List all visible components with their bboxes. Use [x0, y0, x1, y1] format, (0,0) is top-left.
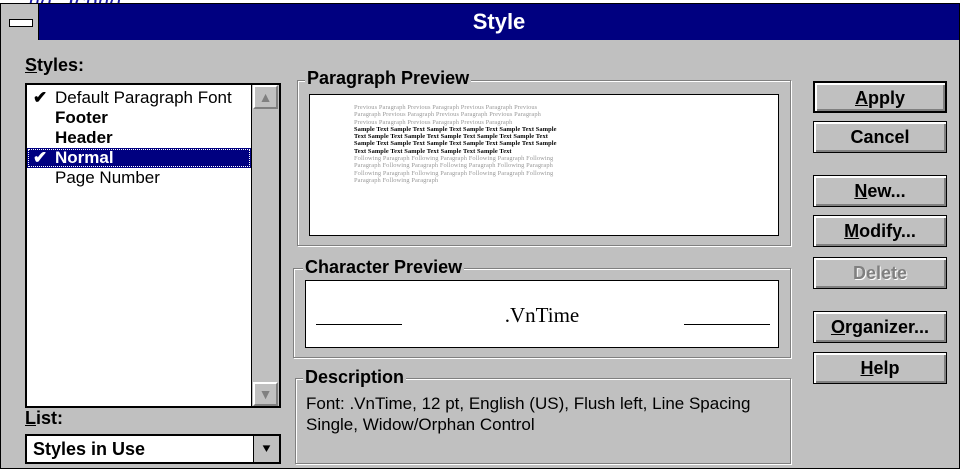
- previous-paragraph-line: Previous Paragraph Previous Paragraph Pr…: [354, 118, 513, 126]
- description-title: Description: [303, 367, 407, 388]
- title-bar: Style: [1, 4, 959, 40]
- help-button[interactable]: Help: [813, 352, 947, 384]
- checkmark-icon: ✔: [33, 148, 48, 167]
- list-filter-dropdown[interactable]: Styles in Use ⯆: [25, 434, 281, 464]
- paragraph-preview-text: Previous Paragraph Previous Paragraph Pr…: [354, 104, 714, 184]
- modify-button[interactable]: Modify...: [813, 215, 947, 247]
- character-preview-title: Character Preview: [303, 257, 465, 278]
- following-paragraph-line: Following Paragraph Following Paragraph …: [354, 169, 554, 177]
- scroll-up-icon[interactable]: ▲: [253, 85, 278, 109]
- previous-paragraph-line: Paragraph Previous Paragraph Previous Pa…: [354, 111, 541, 119]
- sample-text-line: Sample Text Sample Text Sample Text Samp…: [354, 140, 557, 148]
- list-item[interactable]: Footer: [27, 108, 251, 128]
- paragraph-preview-title: Paragraph Preview: [305, 68, 472, 89]
- list-item[interactable]: Page Number: [27, 168, 251, 188]
- list-item-label: Default Paragraph Font: [55, 88, 232, 107]
- styles-label: Styles:: [25, 55, 85, 75]
- list-item-label: Normal: [55, 148, 114, 167]
- list-label: List:: [25, 408, 63, 428]
- chevron-down-icon[interactable]: ⯆: [253, 436, 279, 462]
- style-dialog: Style Styles: ✔ Default Paragraph Font F…: [0, 3, 960, 469]
- new-style-button[interactable]: New...: [813, 175, 947, 207]
- checkmark-icon: ✔: [33, 88, 48, 107]
- system-menu-button[interactable]: [1, 4, 39, 40]
- description-text: Font: .VnTime, 12 pt, English (US), Flus…: [306, 394, 751, 434]
- list-item-label: Page Number: [55, 168, 160, 187]
- following-paragraph-line: Following Paragraph Following Paragraph …: [354, 155, 554, 163]
- apply-button[interactable]: Apply: [813, 81, 947, 113]
- list-item[interactable]: ✔ Default Paragraph Font: [27, 88, 251, 108]
- window-title: Style: [472, 9, 526, 34]
- previous-paragraph-line: Previous Paragraph Previous Paragraph Pr…: [354, 104, 538, 111]
- vertical-scrollbar[interactable]: ▲ ▼: [251, 85, 279, 406]
- sample-text-line: Text Sample Text Sample Text Sample Text…: [354, 147, 512, 155]
- following-paragraph-line: Paragraph Following Paragraph Following …: [354, 162, 553, 170]
- scroll-down-icon[interactable]: ▼: [253, 382, 278, 406]
- styles-listbox[interactable]: ✔ Default Paragraph Font Footer Header ✔…: [25, 83, 281, 408]
- dropdown-value: Styles in Use: [33, 439, 146, 459]
- system-menu-icon: [9, 19, 33, 27]
- list-item-label: Header: [55, 128, 113, 147]
- list-item-selected[interactable]: ✔ Normal: [27, 148, 251, 168]
- following-paragraph-line: Paragraph Following Paragraph: [354, 176, 439, 184]
- list-item[interactable]: Header: [27, 128, 251, 148]
- sample-text-line: Sample Text Sample Text Sample Text Samp…: [354, 125, 557, 133]
- sample-text-line: Text Sample Text Sample Text Sample Text…: [354, 133, 549, 141]
- cancel-button[interactable]: Cancel: [813, 121, 947, 153]
- list-item-label: Footer: [55, 108, 108, 127]
- character-preview: .VnTime: [305, 280, 779, 348]
- delete-button[interactable]: Delete: [813, 257, 947, 289]
- paragraph-preview: Previous Paragraph Previous Paragraph Pr…: [309, 94, 779, 236]
- preview-rule-right: [684, 324, 770, 325]
- organizer-button[interactable]: Organizer...: [813, 311, 947, 343]
